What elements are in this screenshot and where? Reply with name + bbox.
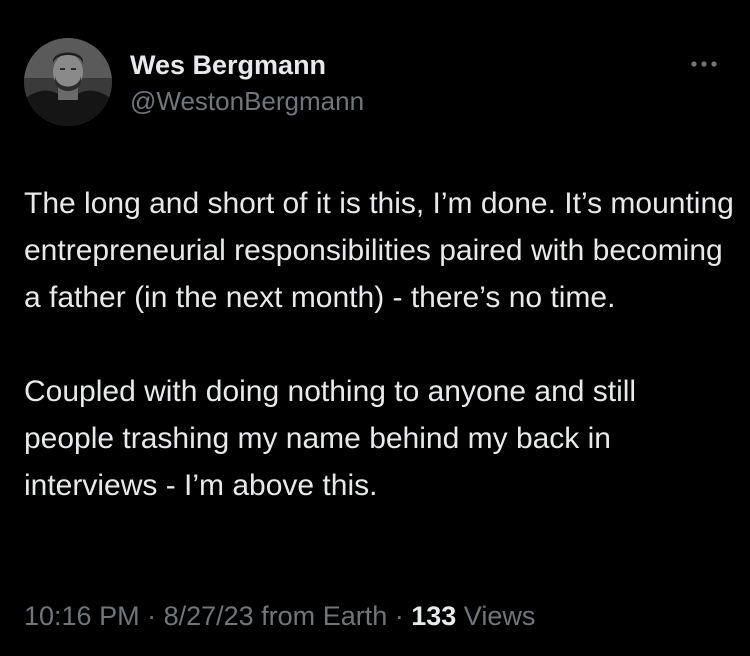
tweet-time[interactable]: 10:16 PM [24,601,140,631]
tweet-text: The long and short of it is this, I’m do… [24,180,734,509]
tweet-metadata: 10:16 PM · 8/27/23 from Earth · 133 View… [24,596,535,636]
avatar[interactable] [24,38,112,126]
tweet-source: Earth [322,601,388,631]
tweet-paragraph: Coupled with doing nothing to anyone and… [24,375,637,502]
tweet-header: Wes Bergmann @WestonBergmann [24,38,724,130]
meta-separator: · [139,601,164,631]
views-label: Views [456,601,536,631]
user-info: Wes Bergmann @WestonBergmann [130,48,364,118]
source-prefix: from [253,601,323,631]
more-options-button[interactable] [684,52,724,76]
tweet-date[interactable]: 8/27/23 [164,601,254,631]
author-handle[interactable]: @WestonBergmann [130,84,364,118]
tweet: Wes Bergmann @WestonBergmann The long an… [0,0,750,656]
avatar-image [24,38,112,126]
meta-separator: · [387,601,412,631]
tweet-paragraph: The long and short of it is this, I’m do… [24,187,734,314]
author-display-name[interactable]: Wes Bergmann [130,48,364,82]
views-count[interactable]: 133 [411,601,456,631]
more-horizontal-icon [691,61,717,67]
